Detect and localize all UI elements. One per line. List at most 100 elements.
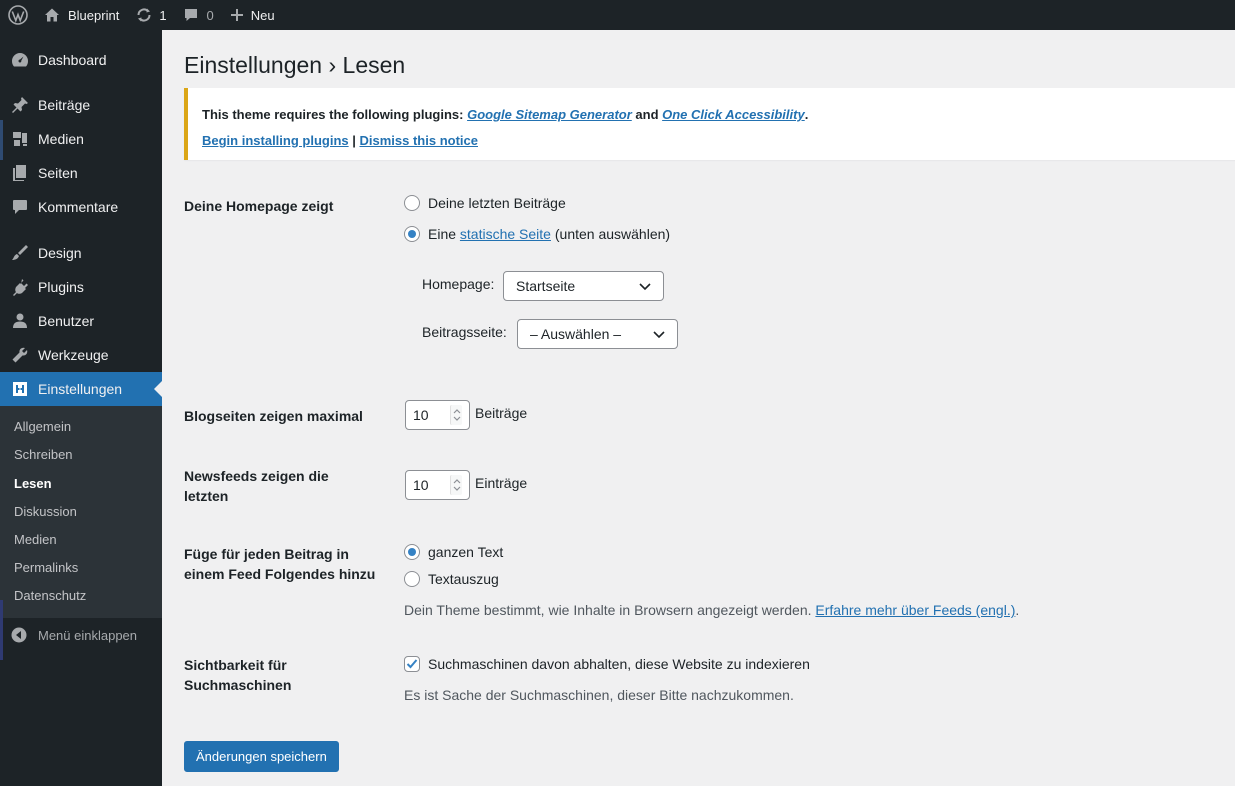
notice-text: This theme requires the following plugin…: [202, 107, 468, 122]
feed-content-label-line1: Füge für jeden Beitrag in: [184, 546, 349, 562]
feed-description: Dein Theme bestimmt, wie Inhalte in Brow…: [404, 602, 1019, 618]
updates-link[interactable]: 1: [127, 0, 174, 30]
sidebar-item-plugins[interactable]: Plugins: [0, 270, 162, 304]
spinner-icon[interactable]: [450, 405, 462, 425]
radio-latest-posts[interactable]: Deine letzten Beiträge: [404, 195, 566, 211]
sidebar-item-kommentare[interactable]: Kommentare: [0, 190, 162, 224]
sidebar-item-label: Werkzeuge: [38, 347, 109, 363]
sidebar-item-label: Medien: [38, 131, 84, 147]
postspage-select[interactable]: – Auswählen –: [517, 319, 678, 349]
notice-separator: |: [348, 133, 360, 148]
sidebar-item-label: Einstellungen: [38, 381, 123, 397]
begin-installing-link[interactable]: Begin installing plugins: [202, 133, 349, 148]
feeds-learn-more-link[interactable]: Erfahre mehr über Feeds (engl.): [815, 602, 1015, 618]
save-changes-button[interactable]: Änderungen speichern: [184, 741, 339, 772]
sidebar-item-einstellungen[interactable]: Einstellungen: [0, 372, 162, 406]
comments-count: 0: [206, 7, 214, 23]
posts-per-page-input[interactable]: 10: [405, 400, 470, 430]
blog-pages-label: Blogseiten zeigen maximal: [184, 408, 363, 424]
feed-content-label: Füge für jeden Beitrag in einem Feed Fol…: [184, 544, 375, 584]
homepage-select-value: Startseite: [516, 278, 576, 294]
collapse-arrow-icon: [0, 627, 38, 643]
pages-icon: [0, 164, 38, 182]
notice-and: and: [631, 107, 663, 122]
radio-full-text[interactable]: ganzen Text: [404, 544, 503, 560]
window-edge-marker: [0, 120, 3, 160]
feeds-label-line1: Newsfeeds zeigen die: [184, 468, 329, 484]
submenu-item-lesen[interactable]: Lesen: [14, 474, 52, 494]
sidebar-item-design[interactable]: Design: [0, 236, 162, 270]
submenu-item-permalinks[interactable]: Permalinks: [14, 558, 78, 578]
radio-full-text-label: ganzen Text: [428, 544, 504, 560]
radio-latest-posts-label: Deine letzten Beiträge: [428, 195, 566, 211]
user-icon: [0, 312, 38, 330]
collapse-menu-button[interactable]: Menü einklappen: [0, 620, 162, 650]
pin-icon: [0, 96, 38, 114]
submenu-item-diskussion[interactable]: Diskussion: [14, 502, 77, 522]
sidebar-item-beitraege[interactable]: Beiträge: [0, 88, 162, 122]
plus-icon: [230, 8, 244, 22]
feed-description-end: .: [1015, 602, 1020, 618]
comment-icon: [0, 198, 38, 216]
sidebar-item-label: Dashboard: [38, 52, 107, 68]
page-title: Einstellungen › Lesen: [184, 52, 406, 78]
feed-items-input[interactable]: 10: [405, 470, 470, 500]
sidebar-item-medien[interactable]: Medien: [0, 122, 162, 156]
admin-bar: Blueprint 1 0 Neu: [0, 0, 1235, 30]
posts-per-page-value: 10: [413, 407, 429, 423]
sidebar-item-label: Beiträge: [38, 97, 91, 113]
radio-static-page[interactable]: Eine statische Seite (unten auswählen): [404, 226, 670, 242]
radio-latest-posts-input[interactable]: [404, 195, 420, 211]
sidebar-item-werkzeuge[interactable]: Werkzeuge: [0, 338, 162, 372]
feeds-label-line2: letzten: [184, 488, 229, 504]
radio-excerpt-label: Textauszug: [428, 571, 499, 587]
comment-bubble-icon: [183, 7, 199, 23]
homepage-select[interactable]: Startseite: [503, 271, 664, 301]
sidebar-item-dashboard[interactable]: Dashboard: [0, 43, 162, 77]
site-name-link[interactable]: Blueprint: [36, 0, 127, 30]
dismiss-notice-link[interactable]: Dismiss this notice: [360, 133, 478, 148]
homepage-label: Deine Homepage zeigt: [184, 198, 334, 214]
spinner-icon[interactable]: [450, 475, 462, 495]
site-name: Blueprint: [68, 7, 120, 23]
sidebar-item-label: Seiten: [38, 165, 78, 181]
visibility-label-line1: Sichtbarkeit für: [184, 657, 287, 673]
checkbox-input[interactable]: [404, 656, 420, 672]
google-sitemap-link[interactable]: Google Sitemap Generator: [467, 107, 632, 122]
radio-static-page-input[interactable]: [404, 226, 420, 242]
plugin-icon: [0, 278, 38, 296]
settings-icon: [0, 380, 38, 398]
updates-icon: [135, 7, 153, 23]
chevron-down-icon: [639, 278, 651, 294]
discourage-search-label: Suchmaschinen davon abhalten, diese Webs…: [428, 656, 810, 672]
new-content-link[interactable]: Neu: [222, 0, 283, 30]
plugin-notice: This theme requires the following plugin…: [184, 88, 1235, 160]
radio-excerpt[interactable]: Textauszug: [404, 571, 499, 587]
submenu-item-schreiben[interactable]: Schreiben: [14, 445, 73, 465]
feed-content-label-line2: einem Feed Folgendes hinzu: [184, 566, 376, 582]
new-label: Neu: [250, 7, 275, 23]
visibility-label-line2: Suchmaschinen: [184, 677, 292, 693]
feeds-label: Newsfeeds zeigen die letzten: [184, 466, 329, 506]
chevron-down-icon: [653, 326, 665, 342]
sidebar-item-benutzer[interactable]: Benutzer: [0, 304, 162, 338]
homepage-select-label: Homepage:: [422, 276, 495, 292]
brush-icon: [0, 244, 38, 262]
radio-full-text-input[interactable]: [404, 544, 420, 560]
sidebar-item-label: Plugins: [38, 279, 84, 295]
submenu-item-allgemein[interactable]: Allgemein: [14, 417, 71, 437]
checkmark-icon: [406, 659, 418, 669]
wordpress-logo-icon[interactable]: [0, 0, 36, 30]
submenu-item-medien[interactable]: Medien: [14, 530, 57, 550]
static-page-link[interactable]: statische Seite: [460, 226, 551, 242]
sidebar-item-seiten[interactable]: Seiten: [0, 156, 162, 190]
home-icon: [44, 7, 60, 23]
radio-excerpt-input[interactable]: [404, 571, 420, 587]
submenu-item-datenschutz[interactable]: Datenschutz: [14, 586, 86, 606]
discourage-search-checkbox[interactable]: Suchmaschinen davon abhalten, diese Webs…: [404, 656, 810, 672]
notice-period: .: [804, 107, 809, 122]
wrench-icon: [0, 346, 38, 364]
comments-link[interactable]: 0: [175, 0, 222, 30]
updates-count: 1: [159, 7, 167, 23]
one-click-accessibility-link[interactable]: One Click Accessibility: [662, 107, 805, 122]
